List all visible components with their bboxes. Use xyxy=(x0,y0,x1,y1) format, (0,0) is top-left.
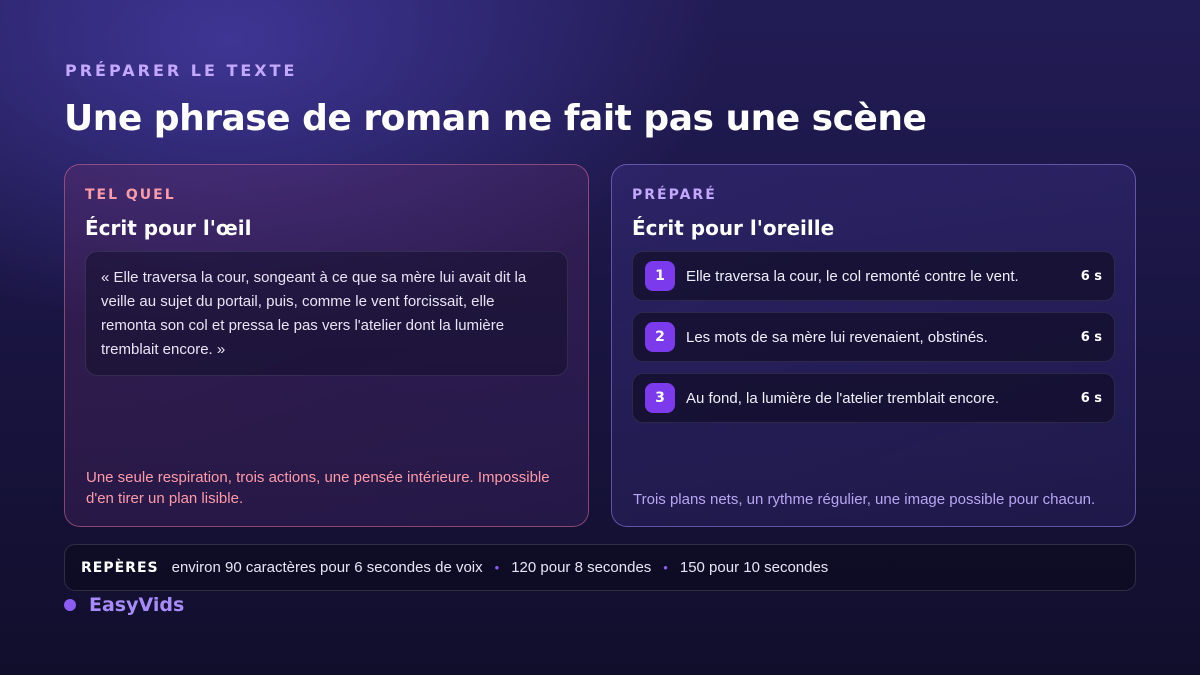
plan-duration: 6 s xyxy=(1080,268,1102,284)
plan-number-badge: 1 xyxy=(645,261,675,291)
plan-text: Elle traversa la cour, le col remonté co… xyxy=(686,267,1019,285)
plan-item: 3 Au fond, la lumière de l'atelier tremb… xyxy=(632,373,1115,423)
plan-item: 1 Elle traversa la cour, le col remonté … xyxy=(632,251,1115,301)
brand-dot-icon xyxy=(64,599,76,611)
card-prepare: PRÉPARÉ Écrit pour l'oreille 1 Elle trav… xyxy=(611,164,1136,527)
card-footer-note: Une seule respiration, trois actions, un… xyxy=(86,469,550,507)
card-tag: PRÉPARÉ xyxy=(632,187,717,203)
card-heading: Écrit pour l'œil xyxy=(85,216,252,240)
card-footer-note: Trois plans nets, un rythme régulier, un… xyxy=(633,491,1096,508)
page-title: Une phrase de roman ne fait pas une scèn… xyxy=(64,98,927,139)
plan-number-badge: 2 xyxy=(645,322,675,352)
plan-duration: 6 s xyxy=(1080,390,1102,406)
plan-duration: 6 s xyxy=(1080,329,1102,345)
plan-text: Les mots de sa mère lui revenaient, obst… xyxy=(686,328,988,346)
card-tel-quel: TEL QUEL Écrit pour l'œil « Elle travers… xyxy=(64,164,589,527)
reperes-item: environ 90 caractères pour 6 secondes de… xyxy=(171,559,483,576)
brand-logo: EasyVids xyxy=(64,594,184,616)
reperes-bar: REPÈRES environ 90 caractères pour 6 sec… xyxy=(64,544,1136,591)
bullet-separator: • xyxy=(663,560,668,575)
original-quote: « Elle traversa la cour, songeant à ce q… xyxy=(85,251,568,376)
bullet-separator: • xyxy=(494,560,500,575)
section-eyebrow: PRÉPARER LE TEXTE xyxy=(65,61,298,80)
reperes-label: REPÈRES xyxy=(81,559,159,576)
reperes-item: 120 pour 8 secondes xyxy=(511,559,652,576)
plan-item: 2 Les mots de sa mère lui revenaient, ob… xyxy=(632,312,1115,362)
card-tag: TEL QUEL xyxy=(85,187,176,203)
brand-name: EasyVids xyxy=(89,594,185,616)
plan-number-badge: 3 xyxy=(645,383,675,413)
plan-text: Au fond, la lumière de l'atelier trembla… xyxy=(686,389,1000,407)
reperes-item: 150 pour 10 secondes xyxy=(679,559,829,576)
card-heading: Écrit pour l'oreille xyxy=(632,216,835,240)
